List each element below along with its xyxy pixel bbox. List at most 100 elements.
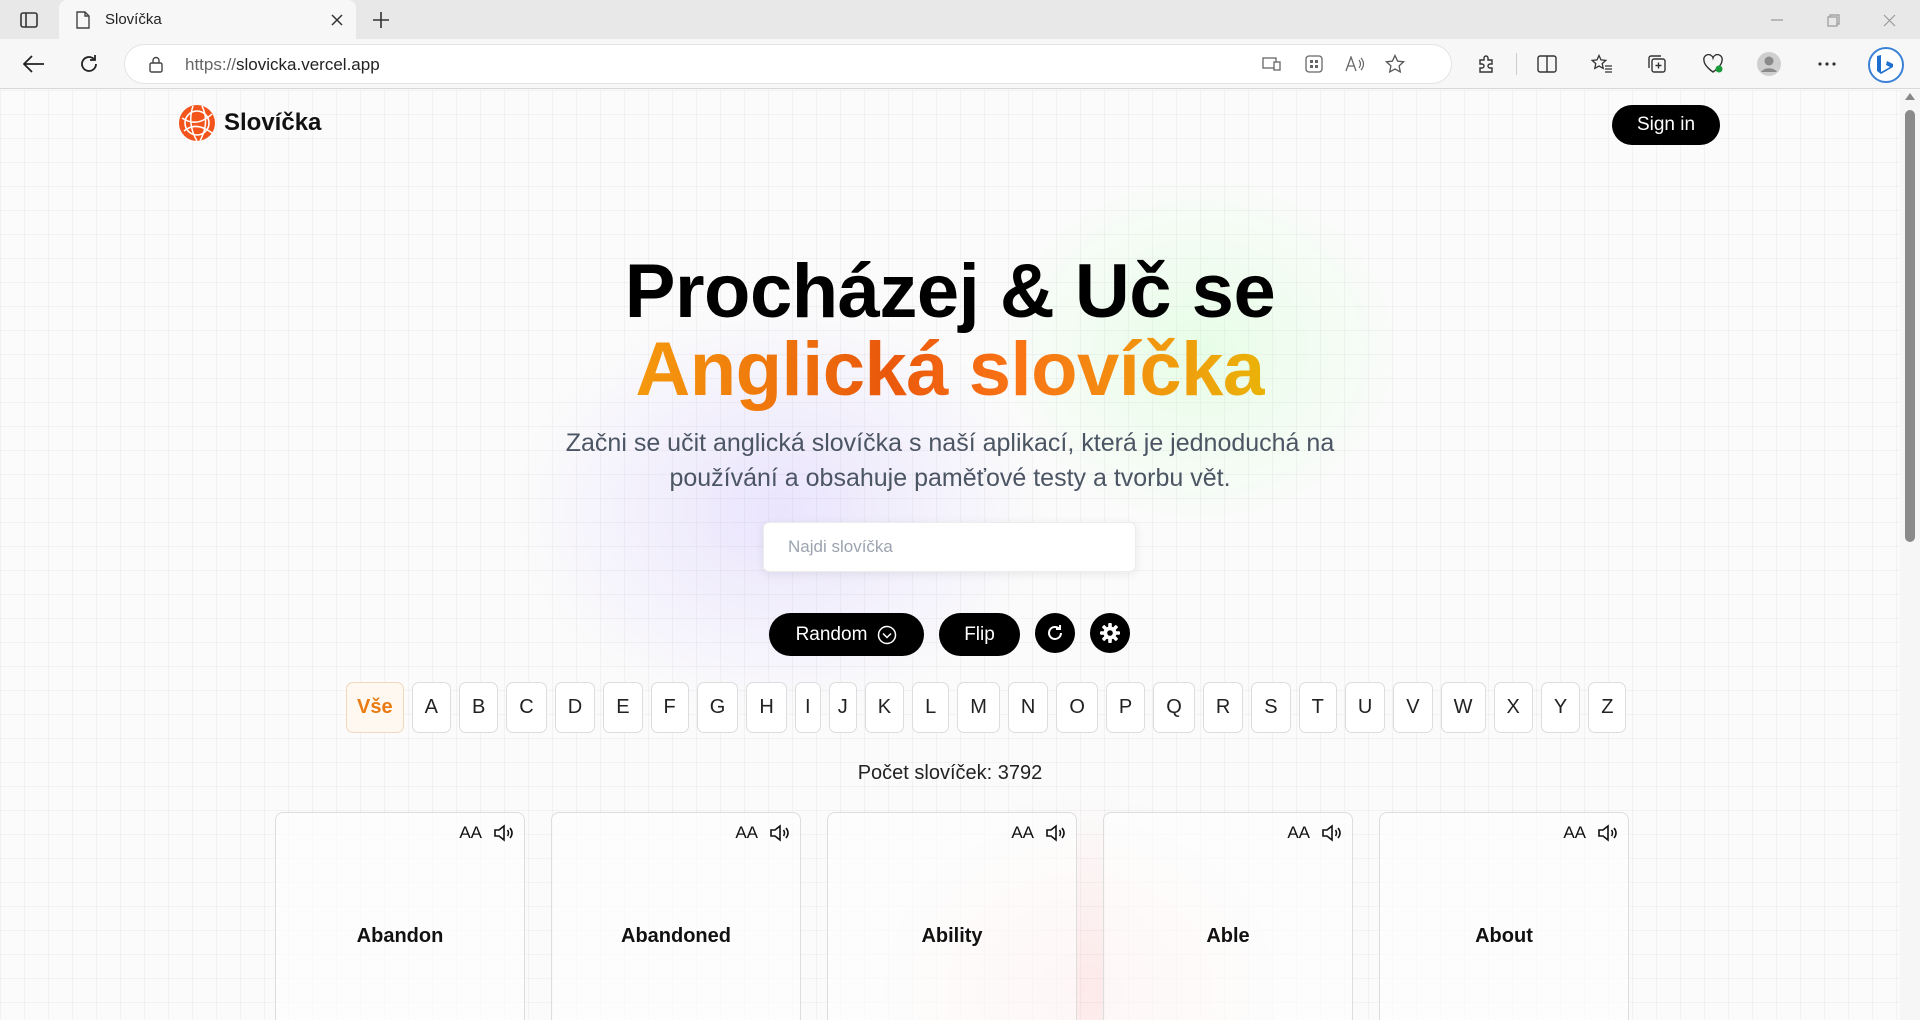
letter-filter-k[interactable]: K xyxy=(864,682,905,733)
scroll-up-arrow-icon[interactable] xyxy=(1905,93,1915,100)
word-count: Počet slovíček: 3792 xyxy=(857,762,1043,784)
letter-filter-all[interactable]: Vše xyxy=(346,682,404,733)
letter-filter-t[interactable]: T xyxy=(1298,682,1337,733)
refresh-icon[interactable] xyxy=(72,48,106,80)
letter-filter-u[interactable]: U xyxy=(1344,682,1386,733)
letter-filter-f[interactable]: F xyxy=(650,682,689,733)
word-card-grid: AA Abandon AA Abandoned AA Ability AA Ab… xyxy=(275,812,1629,1020)
reload-icon xyxy=(1048,625,1062,640)
scrollbar-thumb[interactable] xyxy=(1905,110,1915,542)
new-tab-icon[interactable] xyxy=(366,6,396,34)
extensions-puzzle-icon[interactable] xyxy=(1470,48,1504,80)
more-options-icon[interactable] xyxy=(1810,48,1844,80)
text-size-toggle[interactable]: AA xyxy=(1287,823,1310,843)
letter-filter-a[interactable]: A xyxy=(411,682,451,733)
letter-filter-g[interactable]: G xyxy=(696,682,739,733)
page-content: Slovíčka Sign in Procházej & Uč se Angli… xyxy=(0,90,1900,1020)
word-card[interactable]: AA Ability xyxy=(827,812,1077,1020)
letter-filter-h[interactable]: H xyxy=(746,682,787,733)
toolbar-divider xyxy=(1516,53,1517,75)
text-size-toggle[interactable]: AA xyxy=(459,823,482,843)
page-scrollbar[interactable] xyxy=(1900,90,1920,1020)
back-icon[interactable] xyxy=(17,48,51,80)
site-logo[interactable]: Slovíčka xyxy=(178,104,321,142)
search-box[interactable] xyxy=(763,522,1136,572)
word-card[interactable]: AA Able xyxy=(1103,812,1353,1020)
address-bar[interactable]: https://slovicka.vercel.app xyxy=(125,45,1451,83)
gear-icon xyxy=(1100,623,1120,643)
letter-filter-m[interactable]: M xyxy=(957,682,1000,733)
extensions-grid-icon[interactable] xyxy=(1299,51,1329,77)
word-card[interactable]: AA About xyxy=(1379,812,1629,1020)
word-card[interactable]: AA Abandon xyxy=(275,812,525,1020)
profile-avatar-icon[interactable] xyxy=(1752,48,1786,80)
chevron-down-circle-icon xyxy=(878,625,897,644)
tab-title: Slovíčka xyxy=(105,11,162,28)
settings-button[interactable] xyxy=(1090,613,1130,653)
favorite-star-icon[interactable] xyxy=(1380,51,1410,77)
card-word: About xyxy=(1475,925,1533,947)
letter-filter: Vše A B C D E F G H I J K L M N O P Q R … xyxy=(346,682,1627,733)
split-screen-icon[interactable] xyxy=(1530,48,1564,80)
letter-filter-q[interactable]: Q xyxy=(1153,682,1195,733)
browser-tab[interactable]: Slovíčka xyxy=(59,0,356,39)
url-text: https://slovicka.vercel.app xyxy=(185,55,380,74)
browser-essentials-icon[interactable] xyxy=(1696,48,1730,80)
letter-filter-n[interactable]: N xyxy=(1007,682,1049,733)
bing-copilot-icon[interactable] xyxy=(1866,45,1906,85)
card-word: Abandon xyxy=(356,925,444,947)
tab-actions-icon[interactable] xyxy=(14,8,44,32)
letter-filter-j[interactable]: J xyxy=(828,682,857,733)
letter-filter-d[interactable]: D xyxy=(554,682,596,733)
letter-filter-c[interactable]: C xyxy=(506,682,547,733)
word-card[interactable]: AA Abandoned xyxy=(551,812,801,1020)
letter-filter-i[interactable]: I xyxy=(794,682,821,733)
document-icon xyxy=(73,10,93,30)
letter-filter-z[interactable]: Z xyxy=(1588,682,1627,733)
letter-filter-w[interactable]: W xyxy=(1440,682,1486,733)
random-button[interactable]: Random xyxy=(769,613,924,656)
logo-text: Slovíčka xyxy=(224,109,322,136)
letter-filter-s[interactable]: S xyxy=(1251,682,1291,733)
hero-title: Procházej & Uč se xyxy=(624,249,1276,334)
browser-toolbar: https://slovicka.vercel.app xyxy=(0,39,1920,89)
speaker-icon[interactable] xyxy=(768,821,792,845)
hero-subtitle-gradient: Anglická slovíčka xyxy=(635,327,1265,412)
hero-description: Začni se učit anglická slovíčka s naší a… xyxy=(565,429,1335,492)
letter-filter-p[interactable]: P xyxy=(1105,682,1146,733)
favorites-icon[interactable] xyxy=(1585,48,1619,80)
letter-filter-l[interactable]: L xyxy=(912,682,950,733)
tab-bar: Slovíčka xyxy=(0,0,1920,39)
collections-icon[interactable] xyxy=(1640,48,1674,80)
card-word: Able xyxy=(1206,925,1250,947)
close-window-icon[interactable] xyxy=(1866,4,1912,36)
letter-filter-y[interactable]: Y xyxy=(1540,682,1581,733)
letter-filter-r[interactable]: R xyxy=(1202,682,1244,733)
letter-filter-o[interactable]: O xyxy=(1056,682,1098,733)
text-size-toggle[interactable]: AA xyxy=(1563,823,1586,843)
letter-filter-b[interactable]: B xyxy=(458,682,499,733)
lock-icon[interactable] xyxy=(147,55,165,73)
speaker-icon[interactable] xyxy=(1596,821,1620,845)
speaker-icon[interactable] xyxy=(1320,821,1344,845)
speaker-icon[interactable] xyxy=(1044,821,1068,845)
sign-in-button[interactable]: Sign in xyxy=(1612,105,1720,145)
flip-button[interactable]: Flip xyxy=(939,613,1020,656)
restore-icon[interactable] xyxy=(1810,4,1856,36)
search-input[interactable] xyxy=(764,523,1135,571)
letter-filter-e[interactable]: E xyxy=(603,682,643,733)
letter-filter-x[interactable]: X xyxy=(1493,682,1533,733)
close-tab-icon[interactable] xyxy=(322,5,352,35)
speaker-icon[interactable] xyxy=(492,821,516,845)
text-size-toggle[interactable]: AA xyxy=(735,823,758,843)
text-size-toggle[interactable]: AA xyxy=(1011,823,1034,843)
card-word: Abandoned xyxy=(621,925,731,947)
letter-filter-v[interactable]: V xyxy=(1393,682,1433,733)
globe-logo-icon xyxy=(179,105,215,142)
read-aloud-icon[interactable] xyxy=(1340,51,1370,77)
reload-button[interactable] xyxy=(1035,613,1075,653)
app-available-icon[interactable] xyxy=(1257,51,1287,77)
random-label: Random xyxy=(795,623,868,645)
card-word: Ability xyxy=(921,925,983,947)
minimize-icon[interactable] xyxy=(1754,4,1800,36)
